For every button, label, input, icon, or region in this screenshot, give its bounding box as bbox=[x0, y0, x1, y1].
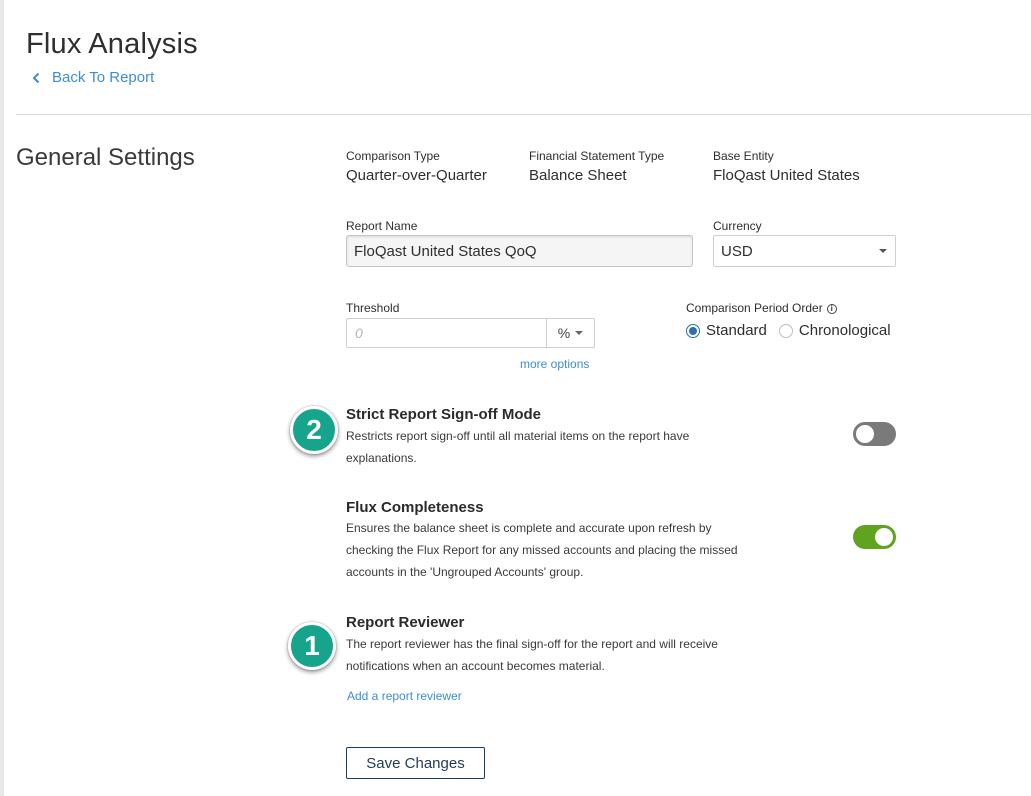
toggle-knob bbox=[856, 425, 874, 443]
threshold-unit-dropdown[interactable]: % bbox=[546, 318, 595, 348]
radio-standard[interactable] bbox=[686, 323, 700, 338]
more-options-link[interactable]: more options bbox=[520, 357, 589, 371]
back-link-label: Back To Report bbox=[52, 69, 155, 86]
add-report-reviewer-link[interactable]: Add a report reviewer bbox=[347, 689, 462, 703]
statement-type-label: Financial Statement Type bbox=[529, 149, 665, 163]
currency-select[interactable]: USD bbox=[713, 235, 896, 267]
flux-completeness-desc-line: checking the Flux Report for any missed … bbox=[346, 543, 738, 557]
caret-down-icon bbox=[879, 249, 887, 253]
radio-chronological-label[interactable]: Chronological bbox=[799, 322, 891, 339]
radio-chronological[interactable] bbox=[778, 323, 793, 338]
comparison-type-value: Quarter-over-Quarter bbox=[346, 167, 487, 184]
flux-completeness-description: Ensures the balance sheet is complete an… bbox=[346, 517, 738, 583]
radio-standard-label[interactable]: Standard bbox=[706, 322, 767, 339]
threshold-input[interactable] bbox=[346, 318, 546, 348]
comparison-type-label: Comparison Type bbox=[346, 149, 440, 163]
info-icon[interactable]: i bbox=[826, 304, 837, 314]
report-reviewer-description: The report reviewer has the final sign-o… bbox=[346, 633, 718, 677]
flux-completeness-desc-line: Ensures the balance sheet is complete an… bbox=[346, 521, 712, 535]
statement-type-value: Balance Sheet bbox=[529, 167, 627, 184]
report-name-label: Report Name bbox=[346, 219, 418, 233]
threshold-group: % bbox=[346, 318, 595, 348]
strict-signoff-title: Strict Report Sign-off Mode bbox=[346, 406, 541, 423]
caret-down-icon bbox=[575, 331, 584, 335]
period-order-label-wrap: Comparison Period Order i bbox=[686, 301, 837, 315]
report-name-input[interactable] bbox=[346, 235, 693, 267]
base-entity-value: FloQast United States bbox=[713, 167, 860, 184]
toggle-knob bbox=[875, 528, 893, 546]
base-entity-label: Base Entity bbox=[713, 149, 774, 163]
strict-signoff-desc-line: Restricts report sign-off until all mate… bbox=[346, 429, 690, 443]
period-order-label: Comparison Period Order bbox=[686, 301, 823, 315]
chevron-left-icon bbox=[32, 72, 40, 83]
threshold-unit-value: % bbox=[557, 325, 571, 341]
period-order-radio-group: Standard Chronological bbox=[686, 322, 891, 339]
flux-completeness-desc-line: accounts in the 'Ungrouped Accounts' gro… bbox=[346, 565, 584, 579]
settings-panel: Flux Analysis Back To Report General Set… bbox=[4, 0, 1031, 796]
back-to-report-link[interactable]: Back To Report bbox=[32, 69, 154, 86]
callout-badge-1: 1 bbox=[288, 622, 336, 670]
strict-signoff-toggle[interactable] bbox=[853, 422, 896, 446]
flux-completeness-toggle[interactable] bbox=[853, 525, 896, 549]
save-changes-button[interactable]: Save Changes bbox=[346, 747, 485, 779]
threshold-label: Threshold bbox=[346, 301, 400, 315]
header-divider bbox=[16, 114, 1031, 115]
currency-value: USD bbox=[721, 242, 753, 260]
report-reviewer-desc-line: notifications when an account becomes ma… bbox=[346, 659, 605, 673]
flux-completeness-title: Flux Completeness bbox=[346, 499, 484, 516]
page-title: Flux Analysis bbox=[26, 28, 198, 60]
callout-badge-2: 2 bbox=[290, 406, 338, 454]
section-title: General Settings bbox=[16, 144, 195, 171]
currency-label: Currency bbox=[713, 219, 762, 233]
strict-signoff-desc-line: explanations. bbox=[346, 451, 417, 465]
report-reviewer-desc-line: The report reviewer has the final sign-o… bbox=[346, 637, 718, 651]
strict-signoff-description: Restricts report sign-off until all mate… bbox=[346, 425, 689, 469]
report-reviewer-title: Report Reviewer bbox=[346, 614, 465, 631]
